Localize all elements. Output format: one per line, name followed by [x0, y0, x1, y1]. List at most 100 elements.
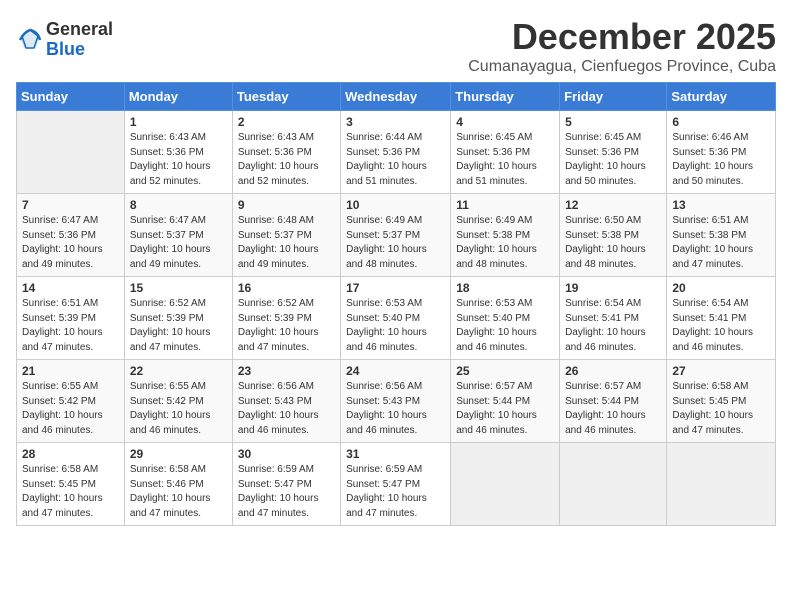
- day-detail: Sunrise: 6:53 AM Sunset: 5:40 PM Dayligh…: [346, 297, 445, 355]
- day-detail: Sunrise: 6:48 AM Sunset: 5:37 PM Dayligh…: [238, 214, 335, 272]
- calendar-cell: 30Sunrise: 6:59 AM Sunset: 5:47 PM Dayli…: [232, 443, 340, 526]
- calendar-week-row: 21 Sunrise: 6:55 AM Sunset: 5:42 PM Dayli…: [17, 360, 776, 443]
- calendar-cell: 1 Sunrise: 6:43 AM Sunset: 5:36 PM Daylig…: [124, 111, 232, 194]
- day-number: 9: [238, 198, 335, 212]
- day-detail: Sunrise: 6:45 AM Sunset: 5:36 PM Dayligh…: [565, 131, 661, 189]
- day-number: 25: [456, 364, 554, 378]
- day-detail: Sunrise: 6:58 AM Sunset: 5:45 PM Dayligh…: [22, 463, 119, 521]
- col-header-friday: Friday: [560, 83, 667, 111]
- day-number: 14: [22, 281, 119, 295]
- day-detail: Sunrise: 6:55 AM Sunset: 5:42 PM Dayligh…: [22, 380, 119, 438]
- day-detail: Sunrise: 6:58 AM Sunset: 5:46 PM Dayligh…: [130, 463, 227, 521]
- calendar-cell: 3 Sunrise: 6:44 AM Sunset: 5:36 PM Daylig…: [341, 111, 451, 194]
- calendar-cell: 5Sunrise: 6:45 AM Sunset: 5:36 PM Daylig…: [560, 111, 667, 194]
- calendar-cell: 20 Sunrise: 6:54 AM Sunset: 5:41 PM Dayli…: [667, 277, 776, 360]
- day-number: 7: [22, 198, 119, 212]
- col-header-sunday: Sunday: [17, 83, 125, 111]
- day-number: 2: [238, 115, 335, 129]
- page-header: General Blue December 2025 Cumanayagua, …: [16, 16, 776, 76]
- calendar-cell: 11 Sunrise: 6:49 AM Sunset: 5:38 PM Dayli…: [451, 194, 560, 277]
- day-detail: Sunrise: 6:54 AM Sunset: 5:41 PM Dayligh…: [672, 297, 770, 355]
- day-number: 15: [130, 281, 227, 295]
- calendar-cell: 25 Sunrise: 6:57 AM Sunset: 5:44 PM Dayli…: [451, 360, 560, 443]
- day-detail: Sunrise: 6:59 AM Sunset: 5:47 PM Dayligh…: [346, 463, 445, 521]
- calendar-cell: 16 Sunrise: 6:52 AM Sunset: 5:39 PM Dayli…: [232, 277, 340, 360]
- day-detail: Sunrise: 6:47 AM Sunset: 5:37 PM Dayligh…: [130, 214, 227, 272]
- location-subtitle: Cumanayagua, Cienfuegos Province, Cuba: [468, 58, 776, 76]
- day-number: 30: [238, 447, 335, 461]
- calendar-week-row: 1 Sunrise: 6:43 AM Sunset: 5:36 PM Daylig…: [17, 111, 776, 194]
- calendar-week-row: 7Sunrise: 6:47 AM Sunset: 5:36 PM Daylig…: [17, 194, 776, 277]
- day-number: 17: [346, 281, 445, 295]
- day-number: 21: [22, 364, 119, 378]
- calendar-cell: 13Sunrise: 6:51 AM Sunset: 5:38 PM Dayli…: [667, 194, 776, 277]
- calendar-header-row: SundayMondayTuesdayWednesdayThursdayFrid…: [17, 83, 776, 111]
- day-number: 8: [130, 198, 227, 212]
- calendar-cell: 31 Sunrise: 6:59 AM Sunset: 5:47 PM Dayli…: [341, 443, 451, 526]
- calendar-cell: 28Sunrise: 6:58 AM Sunset: 5:45 PM Dayli…: [17, 443, 125, 526]
- day-number: 19: [565, 281, 661, 295]
- calendar-week-row: 14 Sunrise: 6:51 AM Sunset: 5:39 PM Dayli…: [17, 277, 776, 360]
- calendar-cell: [667, 443, 776, 526]
- day-detail: Sunrise: 6:49 AM Sunset: 5:37 PM Dayligh…: [346, 214, 445, 272]
- day-detail: Sunrise: 6:53 AM Sunset: 5:40 PM Dayligh…: [456, 297, 554, 355]
- calendar-cell: 26Sunrise: 6:57 AM Sunset: 5:44 PM Dayli…: [560, 360, 667, 443]
- day-detail: Sunrise: 6:43 AM Sunset: 5:36 PM Dayligh…: [238, 131, 335, 189]
- logo-text: General Blue: [46, 20, 113, 60]
- day-number: 20: [672, 281, 770, 295]
- calendar-cell: 17 Sunrise: 6:53 AM Sunset: 5:40 PM Dayli…: [341, 277, 451, 360]
- logo-blue: Blue: [46, 40, 113, 60]
- calendar-table: SundayMondayTuesdayWednesdayThursdayFrid…: [16, 82, 776, 526]
- calendar-cell: 15 Sunrise: 6:52 AM Sunset: 5:39 PM Dayli…: [124, 277, 232, 360]
- day-detail: Sunrise: 6:50 AM Sunset: 5:38 PM Dayligh…: [565, 214, 661, 272]
- day-detail: Sunrise: 6:57 AM Sunset: 5:44 PM Dayligh…: [456, 380, 554, 438]
- day-number: 26: [565, 364, 661, 378]
- col-header-tuesday: Tuesday: [232, 83, 340, 111]
- logo: General Blue: [16, 20, 113, 60]
- calendar-cell: 2 Sunrise: 6:43 AM Sunset: 5:36 PM Daylig…: [232, 111, 340, 194]
- month-title: December 2025: [468, 16, 776, 58]
- day-detail: Sunrise: 6:52 AM Sunset: 5:39 PM Dayligh…: [238, 297, 335, 355]
- day-number: 1: [130, 115, 227, 129]
- calendar-cell: 23Sunrise: 6:56 AM Sunset: 5:43 PM Dayli…: [232, 360, 340, 443]
- day-detail: Sunrise: 6:49 AM Sunset: 5:38 PM Dayligh…: [456, 214, 554, 272]
- calendar-cell: 18Sunrise: 6:53 AM Sunset: 5:40 PM Dayli…: [451, 277, 560, 360]
- calendar-cell: 4 Sunrise: 6:45 AM Sunset: 5:36 PM Daylig…: [451, 111, 560, 194]
- day-number: 6: [672, 115, 770, 129]
- logo-icon: [16, 26, 44, 54]
- calendar-cell: [17, 111, 125, 194]
- calendar-cell: 6 Sunrise: 6:46 AM Sunset: 5:36 PM Daylig…: [667, 111, 776, 194]
- col-header-saturday: Saturday: [667, 83, 776, 111]
- day-detail: Sunrise: 6:55 AM Sunset: 5:42 PM Dayligh…: [130, 380, 227, 438]
- day-number: 3: [346, 115, 445, 129]
- day-detail: Sunrise: 6:45 AM Sunset: 5:36 PM Dayligh…: [456, 131, 554, 189]
- calendar-cell: 22 Sunrise: 6:55 AM Sunset: 5:42 PM Dayli…: [124, 360, 232, 443]
- calendar-cell: 14 Sunrise: 6:51 AM Sunset: 5:39 PM Dayli…: [17, 277, 125, 360]
- calendar-cell: [560, 443, 667, 526]
- day-number: 12: [565, 198, 661, 212]
- calendar-week-row: 28Sunrise: 6:58 AM Sunset: 5:45 PM Dayli…: [17, 443, 776, 526]
- calendar-cell: 27Sunrise: 6:58 AM Sunset: 5:45 PM Dayli…: [667, 360, 776, 443]
- day-number: 31: [346, 447, 445, 461]
- day-number: 16: [238, 281, 335, 295]
- calendar-cell: 9 Sunrise: 6:48 AM Sunset: 5:37 PM Daylig…: [232, 194, 340, 277]
- day-detail: Sunrise: 6:43 AM Sunset: 5:36 PM Dayligh…: [130, 131, 227, 189]
- day-number: 11: [456, 198, 554, 212]
- day-detail: Sunrise: 6:52 AM Sunset: 5:39 PM Dayligh…: [130, 297, 227, 355]
- calendar-cell: 7Sunrise: 6:47 AM Sunset: 5:36 PM Daylig…: [17, 194, 125, 277]
- day-detail: Sunrise: 6:51 AM Sunset: 5:38 PM Dayligh…: [672, 214, 770, 272]
- day-detail: Sunrise: 6:51 AM Sunset: 5:39 PM Dayligh…: [22, 297, 119, 355]
- day-detail: Sunrise: 6:58 AM Sunset: 5:45 PM Dayligh…: [672, 380, 770, 438]
- title-area: December 2025 Cumanayagua, Cienfuegos Pr…: [468, 16, 776, 76]
- day-number: 4: [456, 115, 554, 129]
- calendar-cell: 12 Sunrise: 6:50 AM Sunset: 5:38 PM Dayli…: [560, 194, 667, 277]
- logo-general: General: [46, 20, 113, 40]
- day-number: 22: [130, 364, 227, 378]
- calendar-cell: 19Sunrise: 6:54 AM Sunset: 5:41 PM Dayli…: [560, 277, 667, 360]
- day-number: 29: [130, 447, 227, 461]
- calendar-cell: 21 Sunrise: 6:55 AM Sunset: 5:42 PM Dayli…: [17, 360, 125, 443]
- day-detail: Sunrise: 6:46 AM Sunset: 5:36 PM Dayligh…: [672, 131, 770, 189]
- day-detail: Sunrise: 6:44 AM Sunset: 5:36 PM Dayligh…: [346, 131, 445, 189]
- calendar-cell: 24Sunrise: 6:56 AM Sunset: 5:43 PM Dayli…: [341, 360, 451, 443]
- calendar-cell: [451, 443, 560, 526]
